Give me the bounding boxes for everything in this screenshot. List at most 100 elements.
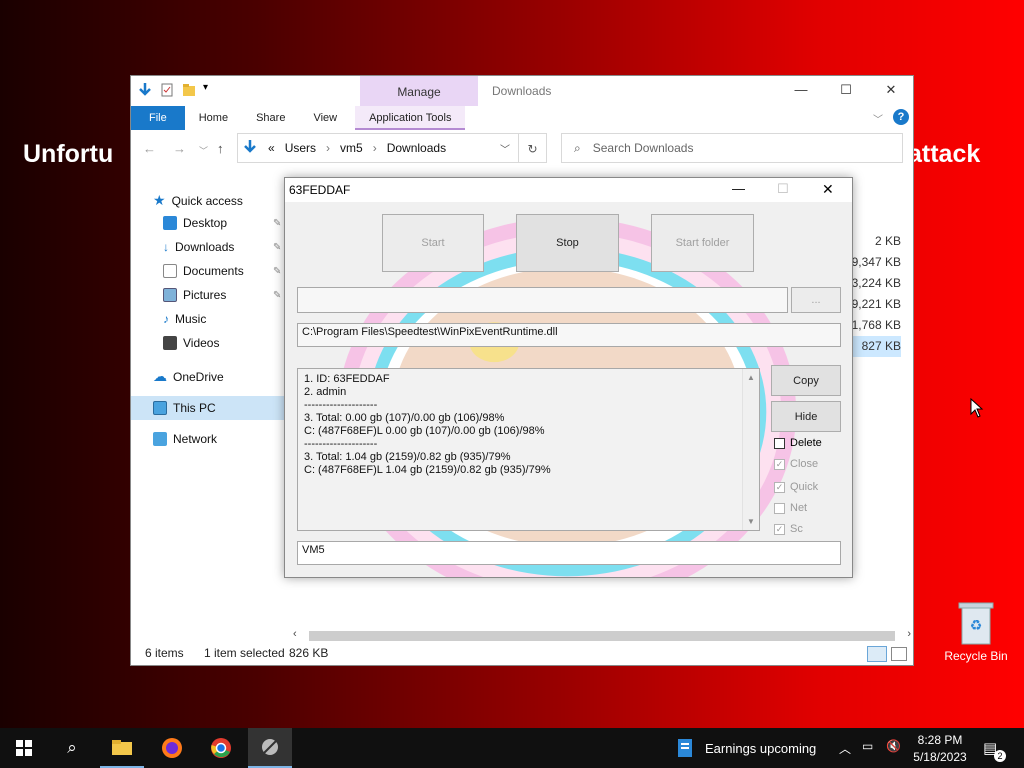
hide-button[interactable]: Hide	[771, 401, 841, 432]
browse-button: ...	[791, 287, 841, 313]
log-line: --------------------	[304, 438, 378, 450]
wallpaper-text-right: attack	[908, 140, 981, 168]
ribbon-tabs: File Home Share View Application Tools ﹀…	[131, 106, 913, 130]
file-size-selected: 827 KB	[851, 336, 901, 357]
chrome-icon	[211, 738, 231, 758]
scroll-down-icon[interactable]: ▼	[747, 515, 755, 528]
start-button: Start	[382, 214, 484, 272]
nav-documents[interactable]: Documents	[163, 264, 244, 278]
file-explorer-taskbar[interactable]	[100, 728, 144, 768]
breadcrumb-overflow[interactable]: «	[268, 141, 275, 155]
manage-context-tab[interactable]: Manage	[360, 76, 478, 106]
dialog-minimize-button[interactable]: —	[732, 181, 745, 196]
minimize-button[interactable]: —	[791, 82, 811, 100]
large-icons-view-icon[interactable]	[891, 647, 907, 661]
nav-music[interactable]: ♪ Music	[163, 312, 206, 326]
malware-app-taskbar[interactable]	[248, 728, 292, 768]
news-icon[interactable]	[674, 728, 696, 768]
nav-network[interactable]: Network	[153, 432, 217, 446]
checkbox-box: ✓	[774, 458, 785, 470]
documents-icon	[163, 264, 177, 278]
svg-text:♻: ♻	[970, 618, 983, 634]
current-file-field[interactable]: C:\Program Files\Speedtest\WinPixEventRu…	[297, 323, 841, 347]
search-input[interactable]: ⌕ Search Downloads	[561, 133, 903, 163]
clock-time[interactable]: 8:28 PM	[910, 733, 970, 747]
file-size-column: 2 KB 9,347 KB 3,224 KB 9,221 KB 1,768 KB…	[851, 231, 901, 357]
address-dropdown-icon[interactable]: ﹀	[500, 141, 510, 156]
help-icon[interactable]: ?	[893, 109, 909, 125]
pictures-icon	[163, 288, 177, 302]
tab-application-tools[interactable]: Application Tools	[355, 106, 466, 130]
forward-arrow-icon[interactable]: →	[173, 141, 186, 156]
maximize-button[interactable]: ☐	[836, 82, 856, 100]
tab-view[interactable]: View	[299, 106, 351, 130]
tab-home[interactable]: Home	[185, 106, 242, 130]
nav-label: Downloads	[175, 240, 235, 254]
properties-icon[interactable]	[159, 82, 175, 98]
nav-pictures[interactable]: Pictures	[163, 288, 226, 302]
file-size: 3,224 KB	[851, 276, 901, 290]
progress-field	[297, 287, 788, 313]
search-placeholder: Search Downloads	[592, 141, 694, 155]
ribbon-expand-icon[interactable]: ﹀	[873, 111, 883, 126]
tray-overflow-icon[interactable]: ︿	[839, 740, 851, 757]
computer-name-field[interactable]: VM5	[297, 541, 841, 565]
copy-button[interactable]: Copy	[771, 365, 841, 396]
recycle-bin[interactable]: ♻ Recycle Bin	[941, 600, 1011, 663]
folder-icon	[112, 740, 132, 755]
breadcrumb-vm5[interactable]: vm5	[340, 141, 363, 155]
back-arrow-icon[interactable]: ←	[143, 141, 156, 156]
selection-size: 826 KB	[289, 646, 329, 660]
stop-button[interactable]: Stop	[516, 214, 619, 272]
firefox-taskbar[interactable]	[150, 728, 194, 768]
address-bar[interactable]: « Users › vm5 › Downloads ﹀	[237, 133, 519, 163]
chrome-taskbar[interactable]	[199, 728, 243, 768]
nav-videos[interactable]: Videos	[163, 336, 219, 350]
recycle-bin-label: Recycle Bin	[944, 649, 1008, 663]
breadcrumb-downloads[interactable]: Downloads	[387, 141, 446, 155]
recent-locations-icon[interactable]: ﹀	[199, 144, 208, 157]
log-textbox[interactable]: 1. ID: 63FEDDAF 2. admin ---------------…	[297, 368, 760, 531]
horizontal-scrollbar[interactable]: ‹ ›	[291, 628, 913, 643]
desktop-icon	[163, 216, 177, 230]
log-scrollbar[interactable]: ▲ ▼	[742, 369, 759, 530]
close-button[interactable]: ✕	[881, 82, 901, 100]
qat-dropdown-icon[interactable]: ▾	[203, 82, 213, 98]
nav-downloads[interactable]: ↓ Downloads	[163, 240, 234, 254]
nav-this-pc[interactable]: This PC	[131, 396, 289, 420]
search-icon[interactable]: ⌕	[52, 728, 92, 768]
navigation-pane: ★ Quick access Desktop ✎ ↓ Downloads ✎ D…	[131, 182, 289, 642]
windows-logo-icon	[16, 740, 32, 756]
scroll-up-icon[interactable]: ▲	[747, 371, 755, 384]
refresh-icon[interactable]: ↻	[519, 133, 547, 163]
dialog-close-button[interactable]: ✕	[822, 181, 834, 198]
search-icon: ⌕	[574, 140, 581, 155]
new-folder-icon[interactable]	[181, 82, 197, 98]
clock-date[interactable]: 5/18/2023	[910, 750, 970, 764]
nav-quick-access[interactable]: ★ Quick access	[153, 192, 243, 209]
download-arrow-icon[interactable]	[137, 82, 153, 98]
breadcrumb-users[interactable]: Users	[285, 141, 316, 155]
pin-icon: ✎	[273, 218, 282, 229]
nav-desktop[interactable]: Desktop	[163, 216, 227, 230]
scroll-left-icon[interactable]: ‹	[293, 628, 297, 640]
taskbar: ⌕ Earnings upcoming ︿ ▭ 🔇 8:28 PM 5/18/2…	[0, 728, 1024, 768]
scroll-right-icon[interactable]: ›	[907, 628, 911, 640]
quick-checkbox: ✓ Quick	[774, 481, 818, 493]
delete-checkbox[interactable]: Delete	[774, 437, 822, 449]
scrollbar-thumb[interactable]	[309, 631, 895, 641]
tab-file[interactable]: File	[131, 106, 185, 130]
recycle-bin-icon: ♻	[958, 602, 994, 645]
net-checkbox: Net	[774, 502, 807, 514]
weather-widget[interactable]: Earnings upcoming	[705, 741, 816, 756]
tab-share[interactable]: Share	[242, 106, 299, 130]
details-view-icon[interactable]	[867, 646, 887, 662]
network-tray-icon[interactable]: ▭	[862, 739, 873, 753]
file-size: 1,768 KB	[851, 318, 901, 332]
start-button[interactable]	[4, 728, 44, 768]
up-arrow-icon[interactable]: ↑	[217, 141, 224, 156]
nav-onedrive[interactable]: ☁ OneDrive	[153, 368, 224, 385]
mouse-cursor-icon	[970, 398, 984, 418]
volume-muted-icon[interactable]: 🔇	[886, 739, 901, 753]
downloads-folder-icon	[242, 139, 258, 158]
